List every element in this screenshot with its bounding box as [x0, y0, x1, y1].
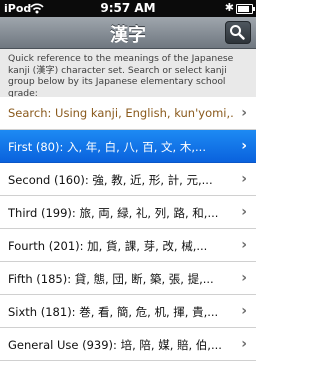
search-icon — [230, 25, 245, 40]
chevron-right-icon: › — [241, 270, 247, 286]
status-time: 9:57 AM — [100, 1, 156, 15]
chevron-right-icon: › — [241, 336, 247, 352]
chevron-right-icon: › — [241, 303, 247, 319]
grade-third-row[interactable]: Third (199): 旅, 両, 緑, 礼, 列, 路, 和,... › — [0, 196, 256, 229]
general-use-row[interactable]: General Use (939): 培, 陪, 媒, 賠, 伯,... › — [0, 328, 256, 361]
grade-second-row[interactable]: Second (160): 強, 教, 近, 形, 計, 元,... › — [0, 163, 256, 196]
battery-level — [238, 6, 250, 12]
chevron-right-icon: › — [241, 171, 247, 187]
list-item-label: Fourth (201): 加, 貨, 課, 芽, 改, 械,... — [8, 239, 208, 253]
grade-fourth-row[interactable]: Fourth (201): 加, 貨, 課, 芽, 改, 械,... › — [0, 229, 256, 262]
grade-first-row[interactable]: First (80): 入, 年, 白, 八, 百, 文, 木,... › — [0, 130, 256, 163]
chevron-right-icon: › — [241, 138, 247, 154]
bluetooth-icon: ✱ — [224, 1, 234, 14]
list-item-label: Search: Using kanji, English, kun'yomi,.… — [8, 106, 233, 120]
page-title: 漢字 — [110, 25, 146, 46]
grade-fifth-row[interactable]: Fifth (185): 貸, 態, 団, 断, 築, 張, 提,... › — [0, 262, 256, 295]
list-item-label: First (80): 入, 年, 白, 八, 百, 文, 木,... — [8, 140, 206, 154]
battery-icon — [236, 4, 255, 14]
list-item-label: Second (160): 強, 教, 近, 形, 計, 元,... — [8, 173, 213, 187]
chevron-right-icon: › — [241, 237, 247, 253]
grade-sixth-row[interactable]: Sixth (181): 巻, 看, 簡, 危, 机, 揮, 貴,... › — [0, 295, 256, 328]
list-item-label: Fifth (185): 貸, 態, 団, 断, 築, 張, 提,... — [8, 272, 214, 286]
chevron-right-icon: › — [241, 204, 247, 220]
list-item-label: Sixth (181): 巻, 看, 簡, 危, 机, 揮, 貴,... — [8, 305, 219, 319]
list-item-label: General Use (939): 培, 陪, 媒, 賠, 伯,... — [8, 338, 222, 352]
navigation-bar: 漢字 — [0, 17, 256, 49]
list-item-label: Third (199): 旅, 両, 緑, 礼, 列, 路, 和,... — [8, 206, 219, 220]
search-button[interactable] — [225, 21, 251, 44]
status-bar: iPod 9:57 AM ✱ — [0, 0, 256, 17]
intro-description: Quick reference to the meanings of the J… — [0, 49, 256, 99]
search-row[interactable]: Search: Using kanji, English, kun'yomi,.… — [0, 97, 256, 130]
grade-list: Search: Using kanji, English, kun'yomi,.… — [0, 97, 256, 361]
chevron-right-icon: › — [241, 105, 247, 121]
